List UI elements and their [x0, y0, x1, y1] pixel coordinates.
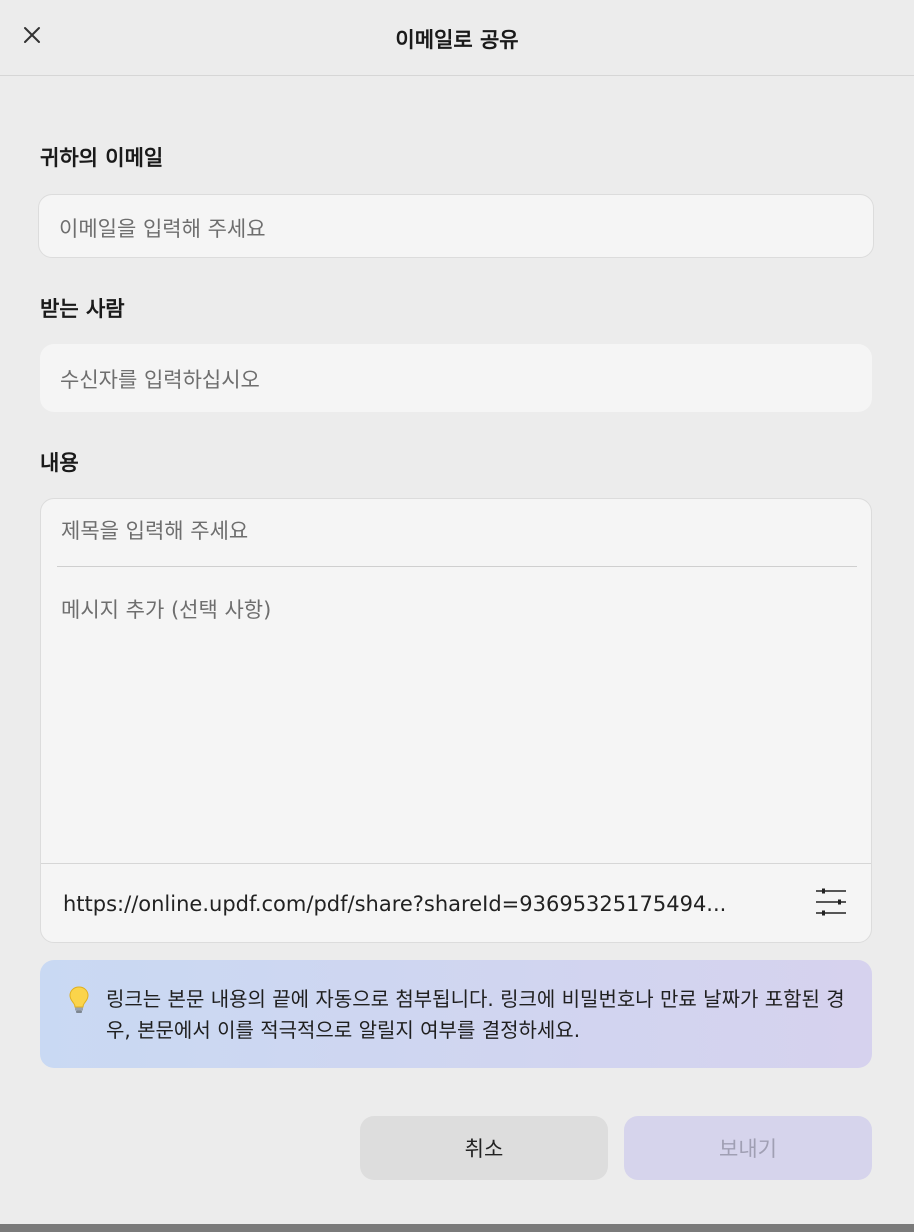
subject-divider: [57, 566, 857, 567]
content-label: 내용: [40, 451, 79, 475]
share-link: https://online.updf.com/pdf/share?shareI…: [63, 892, 727, 916]
background-window-edge: [0, 1224, 914, 1232]
cancel-button[interactable]: 취소: [360, 1116, 608, 1180]
notice-text: 링크는 본문 내용의 끝에 자동으로 첨부됩니다. 링크에 비밀번호나 만료 날…: [106, 987, 845, 1042]
recipient-field[interactable]: 수신자를 입력하십시오: [40, 344, 872, 412]
link-divider: [41, 863, 871, 864]
recipient-placeholder: 수신자를 입력하십시오: [60, 368, 260, 392]
sender-email-label: 귀하의 이메일: [40, 146, 164, 170]
sender-email-field[interactable]: 이메일을 입력해 주세요: [38, 194, 874, 258]
content-box: 제목을 입력해 주세요 메시지 추가 (선택 사항) https://onlin…: [40, 498, 872, 943]
recipient-label: 받는 사람: [40, 297, 125, 321]
sliders-icon[interactable]: [813, 884, 849, 920]
lightbulb-icon: [69, 986, 89, 1013]
dialog-title: 이메일로 공유: [395, 28, 519, 52]
share-by-email-dialog: 이메일로 공유 귀하의 이메일 이메일을 입력해 주세요 받는 사람 수신자를 …: [0, 0, 914, 1232]
link-notice: 링크는 본문 내용의 끝에 자동으로 첨부됩니다. 링크에 비밀번호나 만료 날…: [40, 960, 872, 1068]
sender-email-placeholder: 이메일을 입력해 주세요: [59, 217, 266, 241]
subject-input[interactable]: 제목을 입력해 주세요: [61, 515, 248, 545]
dialog-header: 이메일로 공유: [0, 0, 914, 76]
message-textarea[interactable]: 메시지 추가 (선택 사항): [61, 594, 271, 624]
send-button[interactable]: 보내기: [624, 1116, 872, 1180]
